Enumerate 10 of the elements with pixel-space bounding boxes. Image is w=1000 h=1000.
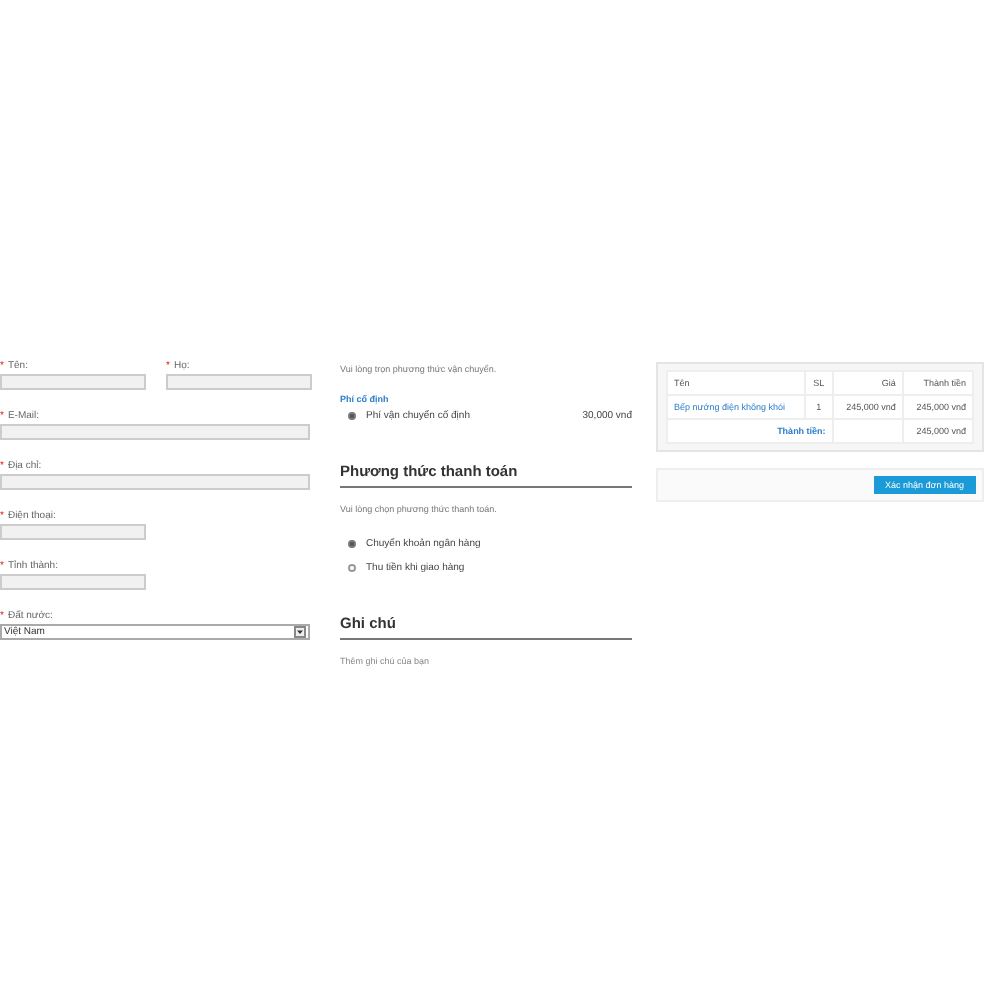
input-field[interactable] [0,424,310,440]
input-field[interactable] [0,574,146,590]
input-field[interactable] [0,524,146,540]
radio-button[interactable] [348,540,356,548]
radio-button[interactable] [348,564,356,572]
input-field[interactable] [0,474,310,490]
input-field[interactable] [166,374,312,390]
radio-button[interactable] [348,412,356,420]
input-field[interactable] [0,374,146,390]
dropdown-arrow-icon [294,626,306,638]
